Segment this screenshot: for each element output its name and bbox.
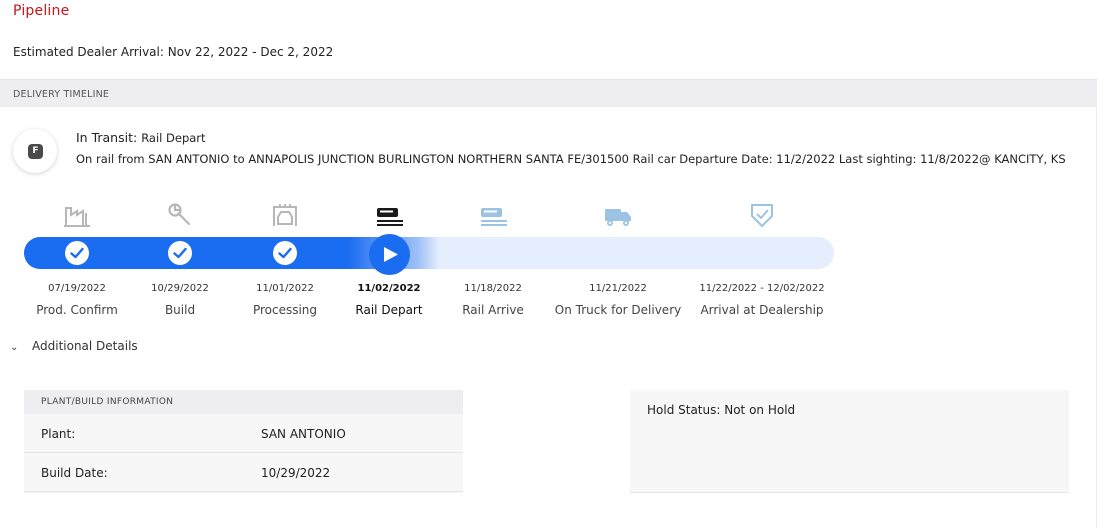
stage-node-prod-confirm bbox=[65, 241, 89, 265]
additional-details-label: Additional Details bbox=[32, 339, 138, 353]
delivery-timeline-panel: DELIVERY TIMELINE F In Transit: Rail Dep… bbox=[0, 79, 1097, 528]
timeline-progress-track bbox=[24, 237, 834, 269]
plant-build-card: PLANT/BUILD INFORMATION Plant: SAN ANTON… bbox=[24, 390, 463, 493]
factory-icon bbox=[62, 202, 92, 228]
build-date-value: 10/29/2022 bbox=[261, 466, 331, 480]
stage-node-rail-depart bbox=[369, 234, 410, 275]
plant-row: Plant: SAN ANTONIO bbox=[24, 414, 463, 453]
section-title: DELIVERY TIMELINE bbox=[13, 89, 110, 100]
status-sub: Rail Depart bbox=[141, 131, 206, 145]
stage-date-on-truck: 11/21/2022 bbox=[589, 283, 647, 294]
play-icon bbox=[384, 247, 398, 262]
status-badge: F bbox=[13, 129, 57, 173]
arrival-label: Estimated Dealer Arrival: bbox=[13, 45, 164, 59]
status-detail: On rail from SAN ANTONIO to ANNAPOLIS JU… bbox=[76, 152, 1066, 166]
chevron-down-icon: ⌄ bbox=[10, 342, 19, 353]
stage-label-arrival: Arrival at Dealership bbox=[700, 303, 824, 317]
status-title: In Transit: Rail Depart bbox=[76, 130, 206, 145]
plant-label: Plant: bbox=[41, 427, 76, 441]
check-icon bbox=[173, 247, 187, 259]
build-date-row: Build Date: 10/29/2022 bbox=[24, 453, 463, 492]
truck-icon bbox=[603, 202, 633, 228]
arrival-range: Nov 22, 2022 - Dec 2, 2022 bbox=[167, 45, 334, 59]
stage-node-processing bbox=[273, 241, 297, 265]
hold-status-card: Hold Status: Not on Hold bbox=[630, 390, 1069, 493]
train-arrive-icon bbox=[479, 202, 509, 228]
delivery-timeline-header: DELIVERY TIMELINE bbox=[0, 79, 1097, 107]
check-icon bbox=[70, 247, 84, 259]
status-badge-letter: F bbox=[28, 144, 43, 159]
additional-details-toggle[interactable]: ⌄ Additional Details bbox=[10, 339, 138, 353]
build-date-label: Build Date: bbox=[41, 466, 108, 480]
plant-build-header: PLANT/BUILD INFORMATION bbox=[24, 390, 463, 414]
stage-label-on-truck: On Truck for Delivery bbox=[554, 303, 682, 317]
plant-value: SAN ANTONIO bbox=[261, 427, 346, 441]
check-icon bbox=[278, 247, 292, 259]
estimated-arrival: Estimated Dealer Arrival: Nov 22, 2022 -… bbox=[13, 45, 333, 59]
shield-check-icon bbox=[747, 202, 777, 228]
status-main: In Transit: bbox=[76, 130, 138, 145]
car-wash-icon bbox=[270, 202, 300, 228]
page-title: Pipeline bbox=[13, 3, 70, 19]
stage-date-arrival: 11/22/2022 - 12/02/2022 bbox=[699, 283, 825, 294]
hold-status: Hold Status: Not on Hold bbox=[647, 403, 796, 417]
stage-node-build bbox=[168, 241, 192, 265]
wrench-icon bbox=[165, 202, 195, 228]
train-depart-icon bbox=[375, 202, 405, 228]
